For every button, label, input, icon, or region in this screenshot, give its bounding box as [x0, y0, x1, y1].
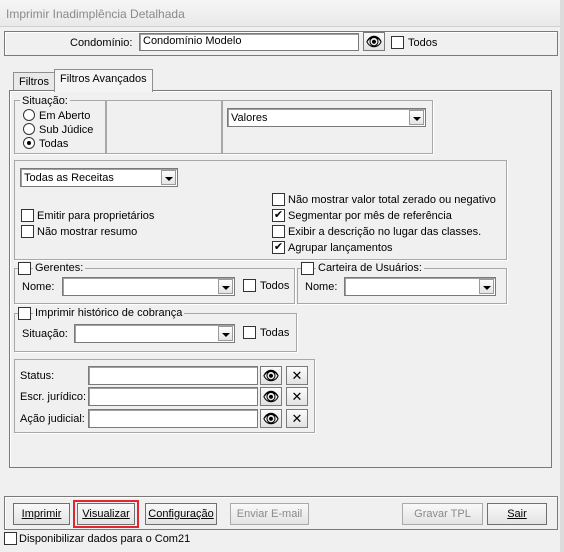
- binoculars-icon: 👁: [262, 411, 280, 426]
- x-icon: ✕: [291, 389, 303, 404]
- tab-filtros-avancados-label: Filtros Avançados: [60, 73, 147, 85]
- gerentes-todos-label: Todos: [260, 280, 290, 292]
- status-search-button[interactable]: 👁: [260, 366, 282, 385]
- gerentes-todos-checkbox[interactable]: [243, 279, 256, 292]
- binoculars-icon: 👁: [262, 389, 280, 404]
- com21-label: Disponibilizar dados para o Com21: [19, 533, 191, 545]
- receitas-select[interactable]: Todas as Receitas: [20, 168, 178, 187]
- chevron-down-icon: [161, 170, 176, 185]
- imprimir-button[interactable]: Imprimir: [13, 503, 70, 525]
- chevron-down-icon: [409, 110, 424, 125]
- escr-juridico-label: Escr. jurídico:: [20, 391, 87, 403]
- exibir-descricao-label: Exibir a descrição no lugar das classes.: [288, 226, 482, 238]
- condominio-search-button[interactable]: 👁: [363, 32, 385, 51]
- nao-mostrar-resumo-label: Não mostrar resumo: [37, 226, 138, 238]
- com21-checkbox[interactable]: [4, 532, 17, 545]
- sair-button[interactable]: Sair: [487, 503, 547, 525]
- emitir-proprietarios-checkbox[interactable]: [21, 209, 34, 222]
- situacao-middle-box: [106, 100, 222, 154]
- gerentes-checkbox[interactable]: [18, 262, 31, 275]
- nao-mostrar-resumo-checkbox[interactable]: [21, 225, 34, 238]
- emitir-proprietarios-label: Emitir para proprietários: [37, 210, 155, 222]
- window-edge: [560, 0, 564, 552]
- chevron-down-icon: [218, 279, 233, 294]
- carteira-nome-label: Nome:: [305, 281, 338, 293]
- enviar-email-button-label: Enviar E-mail: [236, 508, 303, 520]
- radio-em-aberto-label: Em Aberto: [39, 110, 91, 122]
- segmentar-mes-checkbox[interactable]: ✔: [272, 209, 285, 222]
- escr-juridico-search-button[interactable]: 👁: [260, 387, 282, 406]
- window-titlebar: Imprimir Inadimplência Detalhada: [0, 0, 564, 27]
- sair-button-label: Sair: [507, 508, 527, 520]
- x-icon: ✕: [291, 368, 303, 383]
- chevron-down-icon: [479, 279, 494, 294]
- imprimir-button-label: Imprimir: [21, 508, 62, 520]
- historico-situacao-select[interactable]: [74, 324, 235, 343]
- agrupar-lancamentos-checkbox[interactable]: ✔: [272, 241, 285, 254]
- valores-select-value: Valores: [231, 112, 268, 124]
- agrupar-lancamentos-label: Agrupar lançamentos: [288, 242, 393, 254]
- exibir-descricao-checkbox[interactable]: [272, 225, 285, 238]
- condominio-label: Condomínio:: [70, 37, 133, 49]
- carteira-title: Carteira de Usuários:: [316, 262, 424, 274]
- tab-filtros-avancados[interactable]: Filtros Avançados: [54, 69, 153, 92]
- tab-filtros[interactable]: Filtros: [13, 72, 55, 91]
- segmentar-mes-label: Segmentar por mês de referência: [288, 210, 452, 222]
- gerentes-title: Gerentes:: [33, 262, 86, 274]
- visualizar-button[interactable]: Visualizar: [77, 503, 135, 525]
- acao-judicial-field[interactable]: [88, 409, 258, 428]
- configuracao-button[interactable]: Configuração: [145, 503, 217, 525]
- tab-filtros-label: Filtros: [19, 76, 49, 88]
- gravar-tpl-button-label: Gravar TPL: [414, 508, 471, 520]
- historico-title: Imprimir histórico de cobrança: [33, 307, 185, 319]
- escr-juridico-field[interactable]: [88, 387, 258, 406]
- gravar-tpl-button[interactable]: Gravar TPL: [402, 503, 483, 525]
- acao-judicial-label: Ação judicial:: [20, 413, 85, 425]
- condominio-todos-checkbox[interactable]: [391, 36, 404, 49]
- radio-sub-judice[interactable]: [23, 123, 35, 135]
- radio-todas-label: Todas: [39, 138, 69, 150]
- radio-sub-judice-label: Sub Júdice: [39, 124, 94, 136]
- nao-mostrar-zerado-label: Não mostrar valor total zerado ou negati…: [288, 194, 496, 206]
- x-icon: ✕: [291, 411, 303, 426]
- escr-juridico-clear-button[interactable]: ✕: [286, 387, 308, 406]
- gerentes-nome-select[interactable]: [62, 277, 235, 296]
- receitas-select-value: Todas as Receitas: [24, 172, 114, 184]
- radio-todas[interactable]: [23, 137, 35, 149]
- binoculars-icon: 👁: [262, 368, 280, 383]
- historico-todas-label: Todas: [260, 327, 290, 339]
- status-clear-button[interactable]: ✕: [286, 366, 308, 385]
- historico-todas-checkbox[interactable]: [243, 326, 256, 339]
- valores-select[interactable]: Valores: [227, 108, 426, 127]
- gerentes-nome-label: Nome:: [22, 281, 55, 293]
- historico-situacao-label: Situação:: [22, 328, 68, 340]
- enviar-email-button[interactable]: Enviar E-mail: [230, 503, 309, 525]
- binoculars-icon: 👁: [365, 34, 383, 49]
- historico-checkbox[interactable]: [18, 307, 31, 320]
- visualizar-button-label: Visualizar: [82, 508, 130, 520]
- chevron-down-icon: [218, 326, 233, 341]
- acao-judicial-search-button[interactable]: 👁: [260, 409, 282, 428]
- window-title: Imprimir Inadimplência Detalhada: [6, 7, 185, 21]
- configuracao-button-label: Configuração: [148, 508, 214, 520]
- radio-em-aberto[interactable]: [23, 109, 35, 121]
- acao-judicial-clear-button[interactable]: ✕: [286, 409, 308, 428]
- status-label: Status:: [20, 370, 55, 382]
- carteira-nome-select[interactable]: [344, 277, 496, 296]
- condominio-field[interactable]: Condomínio Modelo: [139, 33, 359, 51]
- condominio-todos-label: Todos: [408, 37, 438, 49]
- status-field[interactable]: [88, 366, 258, 385]
- carteira-checkbox[interactable]: [301, 262, 314, 275]
- nao-mostrar-zerado-checkbox[interactable]: [272, 193, 285, 206]
- situacao-title: Situação:: [20, 95, 70, 107]
